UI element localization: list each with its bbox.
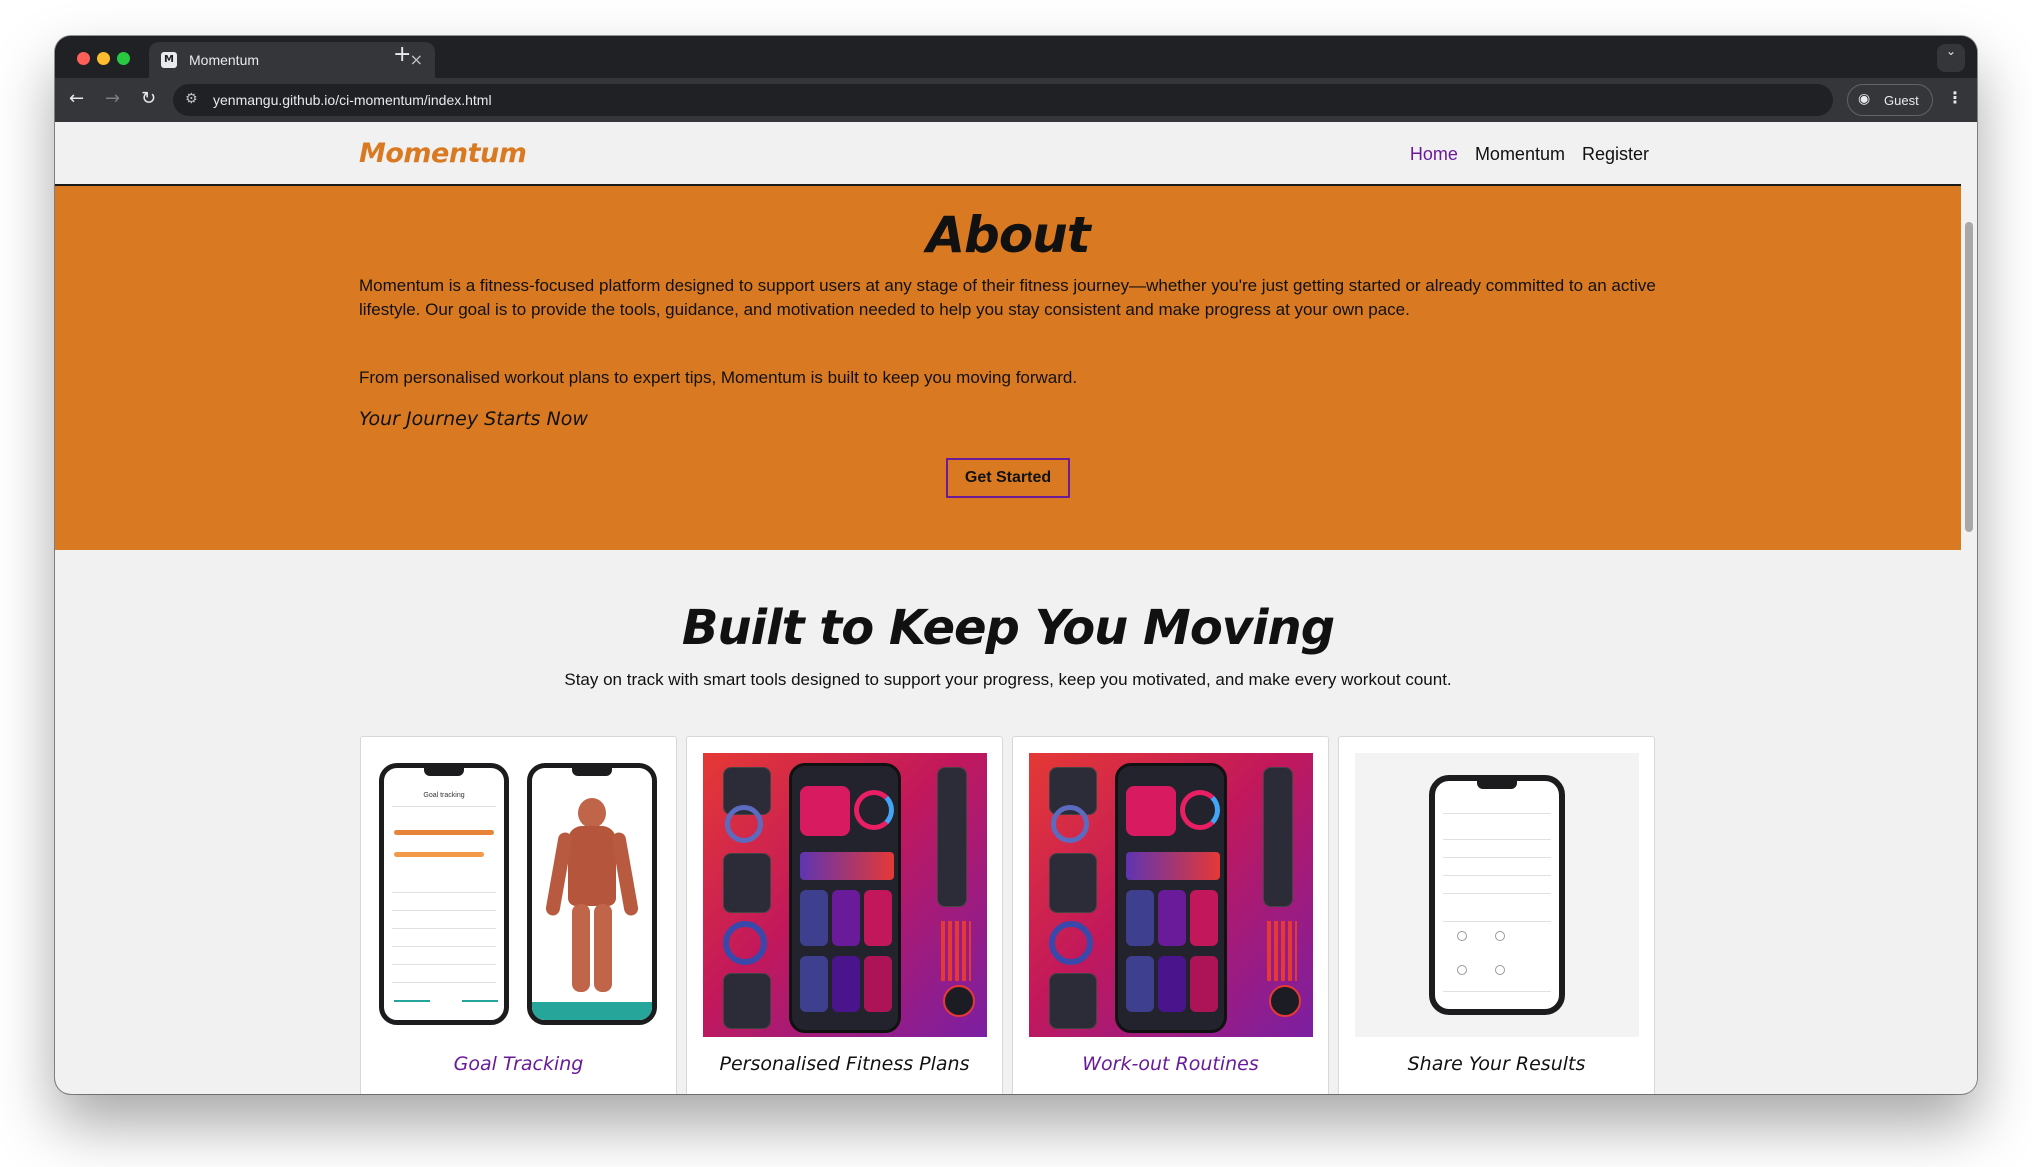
nav-link-momentum[interactable]: Momentum — [1475, 144, 1565, 165]
app-panel — [1049, 853, 1097, 913]
feature-card[interactable]: Goal tracking Goal Tracking — [360, 736, 677, 1094]
progress-ring — [723, 921, 767, 965]
share-results-image — [1355, 753, 1639, 1037]
feature-card[interactable]: Share Your Results — [1338, 736, 1655, 1094]
app-panel — [723, 853, 771, 913]
app-panel — [937, 767, 967, 907]
browser-toolbar: ← → ↻ ⚙ yenmangu.github.io/ci-momentum/i… — [55, 78, 1977, 122]
close-icon[interactable]: × — [410, 50, 423, 69]
card-title[interactable]: Share Your Results — [1339, 1053, 1654, 1075]
phone-mockup — [527, 763, 657, 1025]
maximize-window-button[interactable] — [117, 52, 130, 65]
feature-card[interactable]: Work-out Routines — [1012, 736, 1329, 1094]
features-subheading: Stay on track with smart tools designed … — [564, 670, 1452, 689]
forward-icon[interactable]: → — [105, 88, 120, 110]
url-text[interactable]: yenmangu.github.io/ci-momentum/index.htm… — [213, 92, 492, 108]
brand-logo[interactable]: Momentum — [359, 138, 527, 169]
progress-ring — [1049, 921, 1093, 965]
site-navbar: Momentum Home Momentum Register — [55, 122, 1961, 186]
about-paragraph: Momentum is a fitness-focused platform d… — [359, 276, 1656, 319]
phone-mockup — [1429, 775, 1565, 1015]
tab-strip: M Momentum × + ⌄ — [55, 36, 1977, 78]
browser-window: M Momentum × + ⌄ ← → ↻ ⚙ yenmangu.github… — [55, 36, 1977, 1094]
page-viewport: Momentum Home Momentum Register About Mo… — [55, 122, 1977, 1094]
phone-mockup — [789, 763, 901, 1033]
features-heading: Built to Keep You Moving — [681, 600, 1335, 656]
app-panel — [723, 973, 771, 1029]
app-panel — [1049, 973, 1097, 1029]
feature-card[interactable]: Personalised Fitness Plans — [686, 736, 1003, 1094]
card-title[interactable]: Work-out Routines — [1013, 1053, 1328, 1075]
about-paragraph: From personalised workout plans to exper… — [359, 368, 1078, 387]
card-title[interactable]: Personalised Fitness Plans — [687, 1053, 1002, 1075]
profile-button[interactable]: ◉ Guest — [1847, 84, 1933, 116]
chevron-down-icon[interactable]: ⌄ — [1937, 44, 1965, 72]
about-section: About Momentum is a fitness-focused plat… — [55, 186, 1961, 550]
nav-link-home[interactable]: Home — [1410, 144, 1458, 165]
progress-ring — [725, 805, 763, 843]
goal-tracking-image: Goal tracking — [377, 753, 661, 1037]
minimize-window-button[interactable] — [97, 52, 110, 65]
plus-icon[interactable]: + — [393, 44, 411, 66]
page-scrollbar[interactable] — [1961, 122, 1977, 1094]
tab-title: Momentum — [189, 52, 260, 68]
close-window-button[interactable] — [77, 52, 90, 65]
card-title[interactable]: Goal Tracking — [361, 1053, 676, 1075]
fitness-plans-image — [703, 753, 987, 1037]
favicon-icon: M — [161, 52, 177, 68]
app-panel — [1263, 767, 1293, 907]
feature-cards: Goal tracking Goal Tracking Personalised… — [360, 736, 1655, 1094]
progress-ring — [1051, 805, 1089, 843]
profile-icon: ◉ — [1858, 91, 1871, 107]
profile-label: Guest — [1884, 93, 1919, 108]
get-started-button[interactable]: Get Started — [946, 458, 1070, 498]
menu-icon[interactable]: ⋮ — [1947, 88, 1963, 107]
address-bar[interactable]: ⚙ yenmangu.github.io/ci-momentum/index.h… — [173, 84, 1833, 116]
workout-routines-image — [1029, 753, 1313, 1037]
phone-mockup: Goal tracking — [379, 763, 509, 1025]
scrollbar-thumb[interactable] — [1965, 222, 1973, 532]
nav-links: Home Momentum Register — [1410, 144, 1649, 165]
back-icon[interactable]: ← — [69, 88, 84, 110]
about-heading: About — [926, 206, 1090, 264]
nav-link-register[interactable]: Register — [1582, 144, 1649, 165]
reload-icon[interactable]: ↻ — [141, 88, 156, 110]
phone-mockup — [1115, 763, 1227, 1033]
site-settings-icon[interactable]: ⚙ — [185, 91, 198, 107]
about-tagline: Your Journey Starts Now — [359, 408, 588, 430]
